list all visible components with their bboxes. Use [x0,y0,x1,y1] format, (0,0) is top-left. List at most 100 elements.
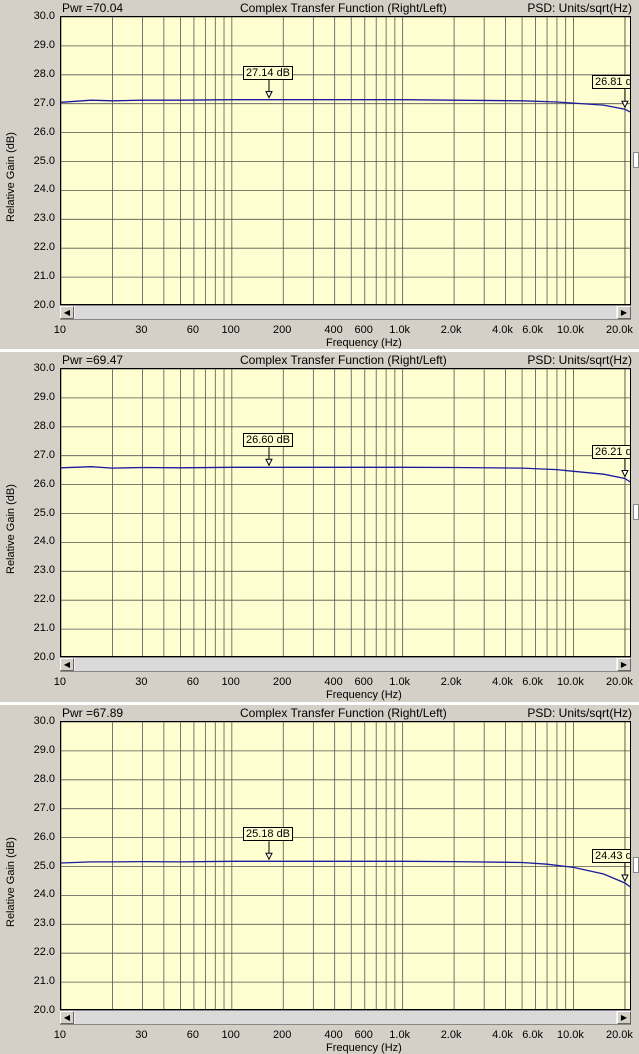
psd-units-label: PSD: Units/sqrt(Hz) [527,706,632,720]
horizontal-scrollbar[interactable]: ◀ ▶ [60,1010,631,1025]
y-axis-label: Relative Gain (dB) [5,484,17,574]
y-tick-label: 30.0 [33,362,55,374]
y-tick-label: 30.0 [33,10,55,22]
psd-units-label: PSD: Units/sqrt(Hz) [527,353,632,367]
x-tick-label: 100 [221,324,240,336]
scroll-track[interactable] [75,1011,616,1024]
x-tick-label: 6.0k [522,324,543,336]
marker-arrow-icon [621,100,629,109]
transfer-function-line [61,860,630,888]
y-axis-label: Relative Gain (dB) [5,837,17,927]
chart-panel: Pwr =70.04 Complex Transfer Function (Rig… [0,0,639,349]
scroll-left-arrow-icon[interactable]: ◀ [60,1011,74,1024]
scroll-right-arrow-icon[interactable]: ▶ [617,306,631,319]
y-tick-label: 24.0 [33,535,55,548]
marker-value-label: 26.60 dB [242,433,294,448]
x-tick-label: 4.0k [492,324,513,336]
x-tick-label: 6.0k [522,1029,543,1041]
scroll-left-arrow-icon[interactable]: ◀ [60,306,74,319]
x-tick-label: 600 [354,676,373,688]
x-tick-label: 60 [186,324,199,336]
power-readout: Pwr =70.04 [62,1,124,15]
marker-arrow-icon [265,91,273,99]
x-tick-label: 10 [53,676,67,688]
chart-title: Complex Transfer Function (Right/Left) [240,706,447,720]
x-tick-label: 20.0k [606,676,633,688]
y-tick-label: 24.0 [33,888,55,901]
marker-arrow-icon [265,852,273,861]
power-readout: Pwr =67.89 [62,706,124,720]
y-tick-label: 21.0 [33,270,55,283]
plot-svg [61,722,630,1009]
marker-value-label: 26.21 d [592,444,630,459]
y-tick-label: 22.0 [33,593,55,606]
x-tick-label: 1.0k [389,676,411,688]
chart-panel: Pwr =67.89 Complex Transfer Function (Rig… [0,705,639,1054]
marker-value-label: 24.43 d [592,848,630,863]
transfer-function-line [61,466,630,483]
x-tick-label: 600 [354,324,373,336]
plot-svg [61,369,630,656]
x-tick-label: 6.0k [522,676,543,688]
y-tick-label: 25.0 [33,506,55,519]
x-tick-label: 100 [221,676,240,688]
chart-title: Complex Transfer Function (Right/Left) [240,353,447,367]
x-tick-label: 200 [272,676,292,688]
y-tick-label: 29.0 [33,38,55,51]
chart-title: Complex Transfer Function (Right/Left) [240,1,447,15]
resize-handle[interactable] [633,857,639,873]
scroll-right-arrow-icon[interactable]: ▶ [617,658,631,671]
y-tick-label: 23.0 [33,212,55,225]
y-tick-label: 30.0 [33,715,55,727]
y-tick-label: 26.0 [33,830,55,843]
plot-area: 25.18 dB 24.43 d [60,721,631,1010]
x-tick-label: 200 [272,1029,292,1041]
marker-arrow-icon [265,458,273,467]
horizontal-scrollbar[interactable]: ◀ ▶ [60,305,631,320]
y-tick-label: 28.0 [33,772,55,785]
x-tick-label: 10 [53,1029,67,1041]
y-tick-label: 29.0 [33,743,55,756]
x-tick-label: 2.0k [440,324,462,336]
marker-value-label: 26.81 d [592,75,630,90]
y-tick-label: 20.0 [33,651,55,663]
y-tick-label: 27.0 [33,96,55,109]
resize-handle[interactable] [633,152,639,168]
x-tick-label: 30 [135,324,148,336]
x-tick-label: 2.0k [440,1029,462,1041]
y-tick-label: 21.0 [33,622,55,635]
x-tick-label: 400 [324,324,343,336]
resize-handle[interactable] [633,504,639,520]
x-tick-label: 200 [272,324,292,336]
scroll-right-arrow-icon[interactable]: ▶ [617,1011,631,1024]
x-tick-label: 1.0k [389,324,411,336]
horizontal-scrollbar[interactable]: ◀ ▶ [60,657,631,672]
x-axis-label: Frequency (Hz) [326,1042,402,1054]
plot-area: 26.60 dB 26.21 d [60,368,631,657]
y-tick-label: 21.0 [33,975,55,988]
x-tick-label: 4.0k [492,1029,513,1041]
y-tick-label: 28.0 [33,67,55,80]
x-tick-label: 10.0k [557,1029,584,1041]
y-tick-label: 28.0 [33,419,55,432]
x-tick-label: 400 [324,676,343,688]
psd-units-label: PSD: Units/sqrt(Hz) [527,1,632,15]
x-tick-label: 4.0k [492,676,513,688]
y-tick-label: 24.0 [33,183,55,196]
x-tick-label: 20.0k [606,324,633,336]
y-tick-label: 20.0 [33,1004,55,1016]
y-tick-label: 25.0 [33,859,55,872]
x-tick-label: 600 [354,1029,373,1041]
x-axis-label: Frequency (Hz) [326,689,402,701]
plot-area: 27.14 dB 26.81 d [60,16,631,305]
x-axis-label: Frequency (Hz) [326,337,402,349]
scroll-track[interactable] [75,658,616,671]
y-tick-label: 27.0 [33,448,55,461]
x-tick-label: 30 [135,676,148,688]
scroll-left-arrow-icon[interactable]: ◀ [60,658,74,671]
y-tick-label: 22.0 [33,241,55,254]
x-tick-label: 2.0k [440,676,462,688]
y-tick-label: 29.0 [33,390,55,403]
power-readout: Pwr =69.47 [62,353,124,367]
scroll-track[interactable] [75,306,616,319]
